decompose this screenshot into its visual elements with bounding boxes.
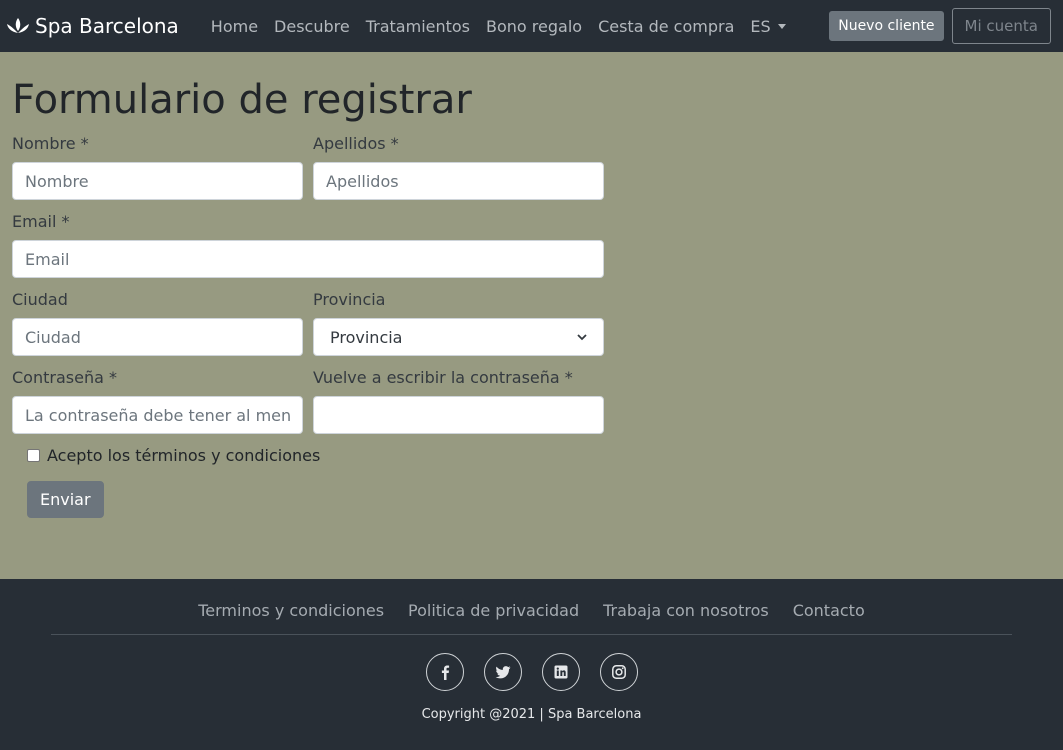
nav-link-cesta[interactable]: Cesta de compra xyxy=(598,17,734,36)
nav-link-home[interactable]: Home xyxy=(211,17,258,36)
email-input[interactable] xyxy=(12,240,604,278)
caret-down-icon xyxy=(777,23,786,29)
nav-links: Home Descubre Tratamientos Bono regalo C… xyxy=(211,17,829,36)
first-name-label: Nombre * xyxy=(12,134,89,153)
location-row: Ciudad Provincia Provincia xyxy=(12,290,604,356)
copyright-text: Copyright @2021 | Spa Barcelona xyxy=(421,707,642,722)
footer-link-privacy[interactable]: Politica de privacidad xyxy=(408,601,579,620)
brand-link[interactable]: Spa Barcelona xyxy=(6,14,179,38)
footer: Terminos y condiciones Politica de priva… xyxy=(0,579,1063,750)
registration-form: Nombre * Apellidos * Email * Ciudad Prov… xyxy=(12,134,604,518)
nav-link-descubre[interactable]: Descubre xyxy=(274,17,350,36)
page-title: Formulario de registrar xyxy=(12,77,472,123)
province-selected-value: Provincia xyxy=(330,327,403,347)
instagram-link[interactable] xyxy=(599,653,638,691)
city-input[interactable] xyxy=(12,318,303,356)
main-content: Formulario de registrar Nombre * Apellid… xyxy=(0,52,1063,579)
province-select[interactable]: Provincia xyxy=(313,318,604,356)
last-name-input[interactable] xyxy=(313,162,604,200)
footer-links: Terminos y condiciones Politica de priva… xyxy=(0,601,1063,620)
city-label: Ciudad xyxy=(12,290,68,309)
footer-link-terms[interactable]: Terminos y condiciones xyxy=(198,601,384,620)
top-navbar: Spa Barcelona Home Descubre Tratamientos… xyxy=(0,0,1063,52)
password-repeat-label: Vuelve a escribir la contraseña * xyxy=(313,368,573,387)
language-label: ES xyxy=(750,16,771,36)
social-links xyxy=(0,653,1063,691)
password-row: Contraseña * Vuelve a escribir la contra… xyxy=(12,368,604,434)
linkedin-link[interactable] xyxy=(541,653,580,691)
brand-name: Spa Barcelona xyxy=(35,14,179,38)
province-label: Provincia xyxy=(313,290,386,309)
terms-checkbox[interactable] xyxy=(27,449,40,462)
nav-link-bono-regalo[interactable]: Bono regalo xyxy=(486,17,582,36)
new-client-button[interactable]: Nuevo cliente xyxy=(829,11,944,41)
terms-label[interactable]: Acepto los términos y condiciones xyxy=(47,446,320,465)
linkedin-icon xyxy=(554,665,567,679)
nav-link-tratamientos[interactable]: Tratamientos xyxy=(366,17,470,36)
footer-divider xyxy=(51,634,1012,635)
language-dropdown[interactable]: ES xyxy=(750,16,786,36)
facebook-icon xyxy=(441,665,449,680)
email-row: Email * xyxy=(12,212,604,278)
twitter-link[interactable] xyxy=(483,653,522,691)
footer-link-jobs[interactable]: Trabaja con nosotros xyxy=(603,601,769,620)
email-label: Email * xyxy=(12,212,70,231)
terms-row: Acepto los términos y condiciones xyxy=(27,446,604,465)
last-name-label: Apellidos * xyxy=(313,134,399,153)
instagram-icon xyxy=(611,665,626,679)
footer-link-contact[interactable]: Contacto xyxy=(793,601,865,620)
lotus-logo-icon xyxy=(7,18,29,33)
my-account-button[interactable]: Mi cuenta xyxy=(951,8,1051,44)
twitter-icon xyxy=(495,666,510,679)
password-repeat-input[interactable] xyxy=(313,396,604,434)
chevron-down-icon xyxy=(577,334,587,341)
first-name-input[interactable] xyxy=(12,162,303,200)
name-row: Nombre * Apellidos * xyxy=(12,134,604,200)
password-input[interactable] xyxy=(12,396,303,434)
password-label: Contraseña * xyxy=(12,368,117,387)
submit-button[interactable]: Enviar xyxy=(27,481,104,518)
facebook-link[interactable] xyxy=(425,653,464,691)
